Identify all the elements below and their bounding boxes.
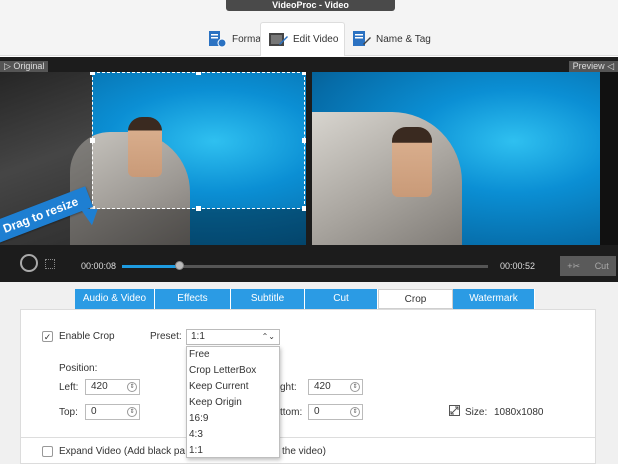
crop-handle-tr[interactable] [302,72,306,75]
crop-handle-b[interactable] [196,206,201,211]
bottom-field[interactable]: 0 ⇕ [308,404,363,420]
grid-icon[interactable] [45,259,55,269]
right-field[interactable]: 420 ⇕ [308,379,363,395]
left-stepper-icon[interactable]: ⇕ [127,382,137,392]
edit-tab-bar: Audio & Video Effects Subtitle Cut Crop … [75,289,535,309]
preset-option-crop-letterbox[interactable]: Crop LetterBox [187,363,279,379]
tab-crop[interactable]: Crop [378,289,453,309]
format-icon [206,29,228,49]
seek-handle[interactable] [174,261,184,270]
preset-option-keep-origin[interactable]: Keep Origin [187,395,279,411]
edit-video-icon [267,30,289,50]
top-label: Top: [59,407,78,418]
preset-option-4-3[interactable]: 4:3 [187,427,279,443]
preset-select-value: 1:1 [191,331,205,342]
top-tab-bar: Format Edit Video Name & Tag [0,14,618,56]
bottom-stepper-icon[interactable]: ⇕ [350,407,360,417]
end-time: 00:00:52 [500,261,536,271]
window-title: VideoProc - Video [226,0,395,11]
preset-option-1-1[interactable]: 1:1 [187,443,279,459]
cut-button-label: Cut [594,261,609,271]
enable-crop-checkbox[interactable]: ✓ [42,331,53,342]
preset-label: Preset: [150,331,182,342]
tab-watermark[interactable]: Watermark [453,289,535,309]
preset-dropdown-menu: Free Crop LetterBox Keep Current Keep Or… [186,346,280,458]
crop-handle-tl[interactable] [90,72,95,75]
play-icon[interactable] [20,254,38,272]
subject-figure-preview [392,127,432,197]
preset-option-16-9[interactable]: 16:9 [187,411,279,427]
tab-name-tag-label: Name & Tag [376,33,431,45]
current-time: 00:00:08 [81,261,117,271]
cut-button[interactable]: +✂ Cut [560,256,616,276]
preview-video-frame [312,72,600,245]
timeline-bar: 00:00:08 00:00:52 +✂ Cut [0,246,618,282]
top-stepper-icon[interactable]: ⇕ [127,407,137,417]
tab-effects[interactable]: Effects [155,289,231,309]
scissors-icon: +✂ [567,260,581,271]
chevron-updown-icon: ⌃⌄ [261,332,275,341]
preset-select[interactable]: 1:1 ⌃⌄ [186,329,280,345]
tab-subtitle[interactable]: Subtitle [231,289,305,309]
crop-handle-t[interactable] [196,72,201,75]
crop-box[interactable] [90,72,306,211]
seek-progress [122,265,179,268]
tab-name-tag[interactable]: Name & Tag [344,22,437,56]
tab-edit-video[interactable]: Edit Video [260,22,346,56]
size-value: 1080x1080 [494,407,544,418]
left-field[interactable]: 420 ⇕ [85,379,140,395]
crop-handle-l[interactable] [90,138,95,143]
preset-option-free[interactable]: Free [187,347,279,363]
tab-format-label: Format [232,33,264,45]
name-tag-icon [350,29,372,49]
expand-video-label-tail: the video) [282,446,326,457]
enable-crop-label: Enable Crop [59,331,115,342]
original-label: ▷ Original [0,61,49,72]
bottom-label: ttom: [280,407,303,418]
size-label: Size: [465,407,488,418]
tab-edit-video-label: Edit Video [293,34,339,45]
crop-handle-br[interactable] [302,206,306,211]
resize-icon [449,405,460,416]
tab-cut[interactable]: Cut [305,289,378,309]
seek-track[interactable] [122,261,488,270]
tab-audio-video[interactable]: Audio & Video [75,289,155,309]
preset-option-keep-current[interactable]: Keep Current [187,379,279,395]
title-bar: VideoProc - Video [0,0,618,14]
expand-video-label: Expand Video (Add black pa [59,446,186,457]
position-label: Position: [59,363,98,374]
crop-handle-r[interactable] [302,138,306,143]
preview-label: Preview ◁ [568,61,618,72]
top-field[interactable]: 0 ⇕ [85,404,140,420]
expand-video-checkbox[interactable] [42,446,53,457]
right-label: ght: [280,382,297,393]
right-stepper-icon[interactable]: ⇕ [350,382,360,392]
left-label: Left: [59,382,79,393]
